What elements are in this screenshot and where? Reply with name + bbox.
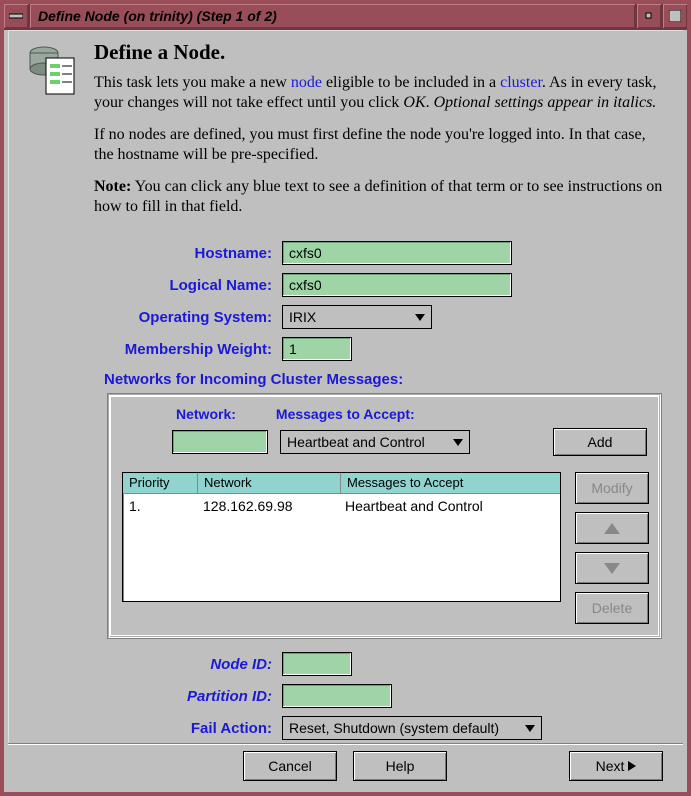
add-row: Heartbeat and Control Add [172,428,647,456]
task-icon [22,40,80,229]
help-button[interactable]: Help [353,751,447,781]
messages-select[interactable]: Heartbeat and Control [280,430,470,454]
window-menu-button[interactable] [4,4,30,28]
table-side-buttons: Modify Delete [575,472,647,624]
networks-groupbox: Network: Messages to Accept: Heartbeat a… [108,394,661,638]
move-down-button[interactable] [575,552,649,584]
label-os[interactable]: Operating System: [22,309,282,326]
label-hostname[interactable]: Hostname: [22,245,282,262]
node-id-input[interactable] [282,652,352,676]
delete-button[interactable]: Delete [575,592,649,624]
hostname-input[interactable] [282,241,512,265]
os-select[interactable]: IRIX [282,305,432,329]
label-node-id[interactable]: Node ID: [22,656,282,673]
next-arrow-icon [628,761,636,771]
chevron-down-icon [415,314,425,321]
table-header: Priority Network Messages to Accept [123,473,560,494]
label-networks-section[interactable]: Networks for Incoming Cluster Messages: [104,371,663,388]
modify-button[interactable]: Modify [575,472,649,504]
networks-table[interactable]: Priority Network Messages to Accept 1. 1… [122,472,561,602]
intro-text: Define a Node. This task lets you make a… [94,40,663,229]
page-heading: Define a Node. [94,40,663,65]
label-weight[interactable]: Membership Weight: [22,341,282,358]
minimize-button[interactable] [635,4,661,28]
col-priority: Priority [123,473,198,493]
cancel-button[interactable]: Cancel [243,751,337,781]
chevron-down-icon [453,439,463,446]
partition-id-input[interactable] [282,684,392,708]
label-network[interactable]: Network: [176,406,236,422]
next-button[interactable]: Next [569,751,663,781]
networks-header: Network: Messages to Accept: [176,406,647,422]
move-up-button[interactable] [575,512,649,544]
label-logical-name[interactable]: Logical Name: [22,277,282,294]
content: Define a Node. This task lets you make a… [8,30,683,744]
networks-table-wrap: Priority Network Messages to Accept 1. 1… [122,472,647,624]
col-network: Network [198,473,341,493]
table-row[interactable]: 1. 128.162.69.98 Heartbeat and Control [123,494,560,518]
label-messages[interactable]: Messages to Accept: [276,406,415,422]
intro-p1: This task lets you make a new node eligi… [94,73,663,113]
arrow-up-icon [604,523,620,534]
weight-input[interactable] [282,337,352,361]
network-input[interactable] [172,430,268,454]
intro-p3: Note: You can click any blue text to see… [94,177,663,217]
client-area: Define a Node. This task lets you make a… [8,30,683,788]
link-node[interactable]: node [291,74,322,91]
fail-action-select[interactable]: Reset, Shutdown (system default) [282,716,542,740]
intro-p2: If no nodes are defined, you must first … [94,125,663,165]
define-node-window: Define Node (on trinity) (Step 1 of 2) [0,0,691,796]
add-button[interactable]: Add [553,428,647,456]
form: Hostname: Logical Name: Operating System… [22,241,663,740]
button-bar: Cancel Help Next [8,743,683,788]
chevron-down-icon [525,725,535,732]
titlebar: Define Node (on trinity) (Step 1 of 2) [4,4,687,30]
logical-name-input[interactable] [282,273,512,297]
col-messages: Messages to Accept [341,473,560,493]
link-cluster[interactable]: cluster [500,74,542,91]
window-title: Define Node (on trinity) (Step 1 of 2) [30,4,635,28]
arrow-down-icon [604,563,620,574]
intro-block: Define a Node. This task lets you make a… [22,40,663,229]
label-fail-action[interactable]: Fail Action: [22,720,282,737]
label-partition-id[interactable]: Partition ID: [22,688,282,705]
maximize-button[interactable] [661,4,687,28]
